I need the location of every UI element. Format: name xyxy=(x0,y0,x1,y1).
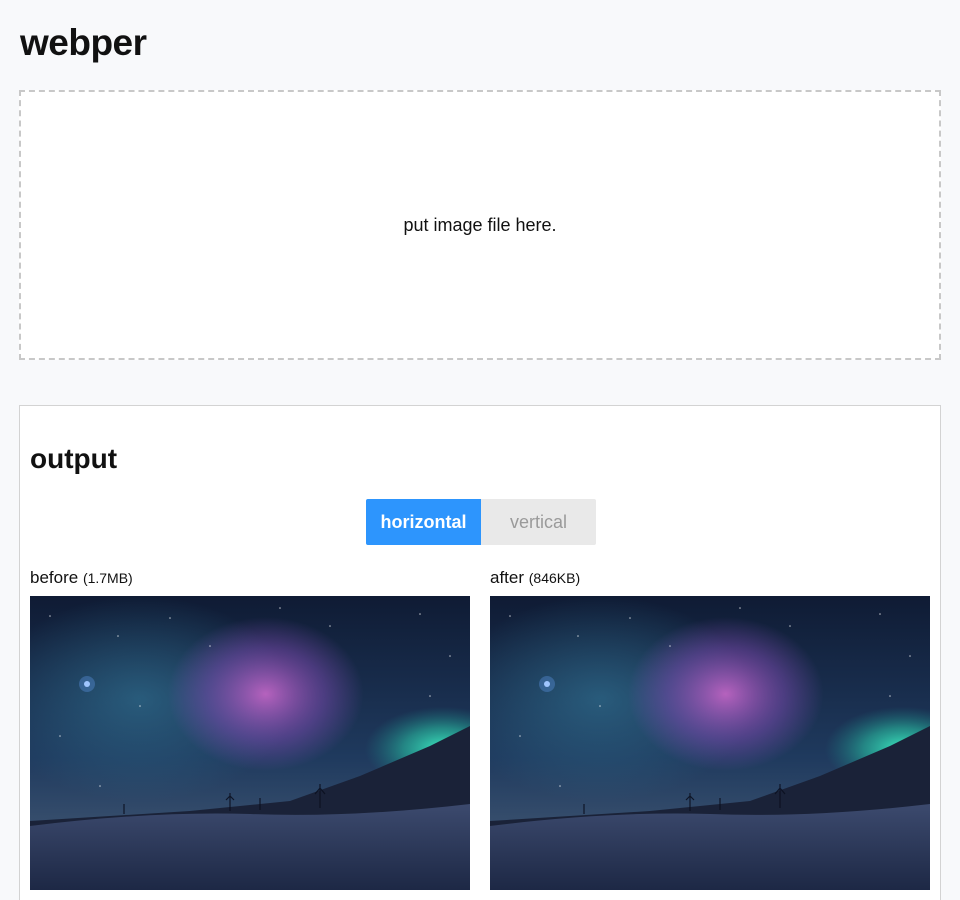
before-image xyxy=(30,596,470,890)
after-label: after (846KB) xyxy=(490,567,580,589)
vertical-button[interactable]: vertical xyxy=(481,499,596,545)
before-file-size: (1.7MB) xyxy=(82,570,133,586)
horizontal-button[interactable]: horizontal xyxy=(366,499,481,545)
output-panel: output horizontal vertical before (1.7MB… xyxy=(19,405,941,900)
layout-toggle: horizontal vertical xyxy=(366,499,596,545)
output-title: output xyxy=(30,443,118,474)
before-label: before (1.7MB) xyxy=(30,567,133,589)
dropzone-text: put image file here. xyxy=(403,214,557,235)
before-label-text: before xyxy=(30,568,79,587)
image-dropzone[interactable]: put image file here. xyxy=(19,90,941,360)
after-image xyxy=(490,596,930,890)
app-title: webper xyxy=(20,22,147,63)
after-label-text: after xyxy=(490,568,525,587)
after-file-size: (846KB) xyxy=(528,570,581,586)
